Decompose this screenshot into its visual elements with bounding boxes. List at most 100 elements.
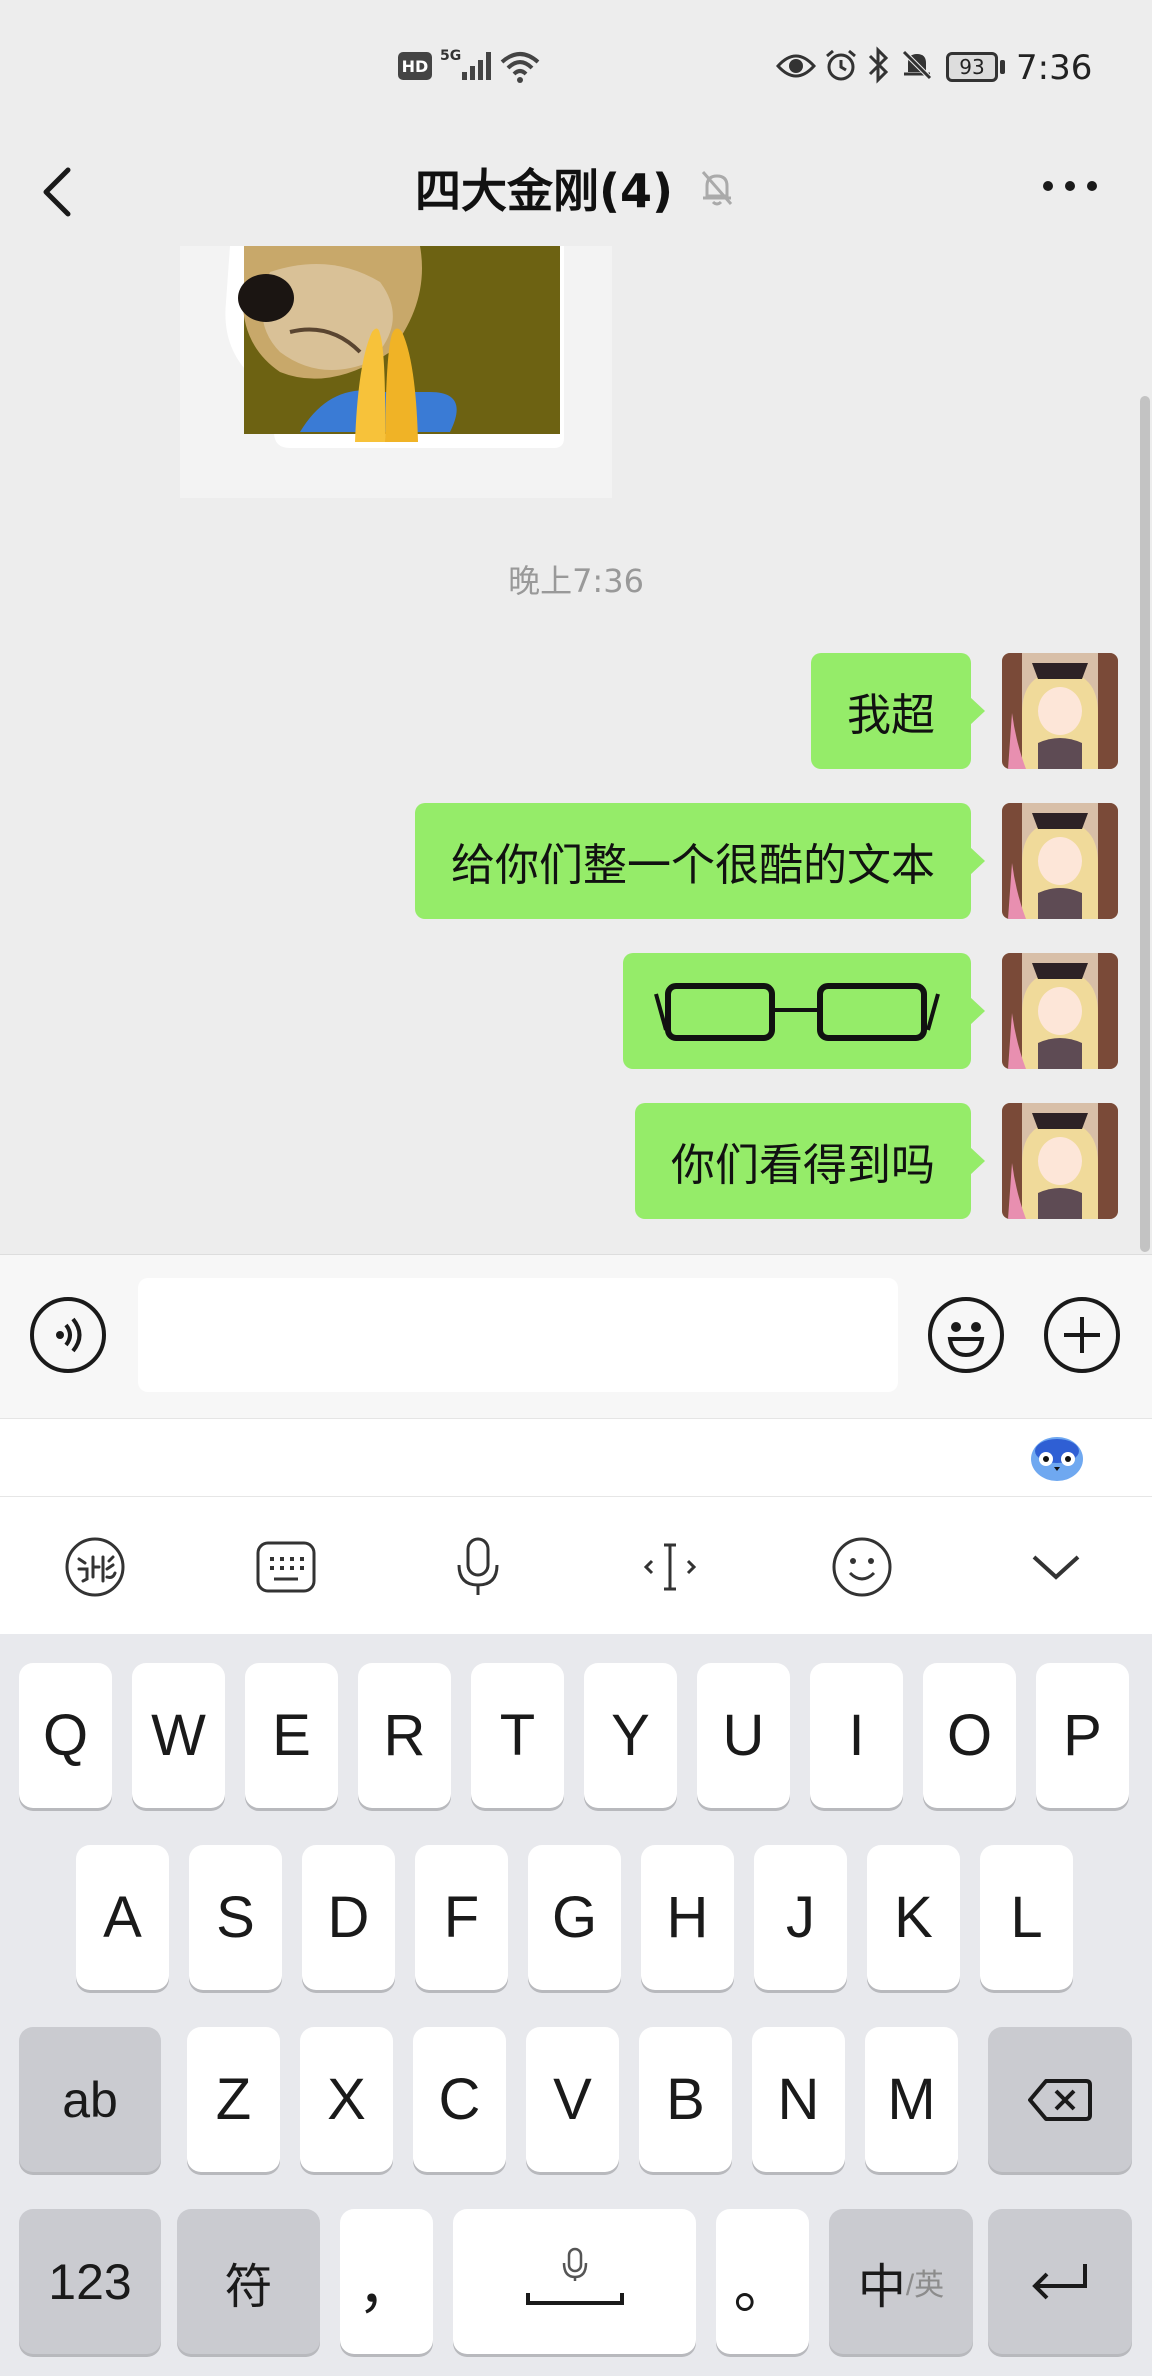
avatar[interactable] (1002, 953, 1118, 1069)
key-w[interactable]: W (132, 1663, 225, 1808)
key-i[interactable]: I (810, 1663, 903, 1808)
message-row: 你们看得到吗 (0, 1103, 1152, 1219)
voice-icon (56, 1317, 82, 1353)
space-mic-icon (525, 2247, 624, 2305)
key-b[interactable]: B (639, 2027, 732, 2172)
smiley-icon (947, 1322, 985, 1358)
key-e[interactable]: E (245, 1663, 338, 1808)
back-arrow-icon[interactable] (38, 166, 74, 218)
chat-input-bar (0, 1254, 1152, 1418)
message-row: 给你们整一个很酷的文本 (0, 803, 1152, 919)
key-123[interactable]: 123 (19, 2209, 161, 2354)
more-options-icon[interactable] (1042, 178, 1098, 194)
key-symbols[interactable]: 符 (177, 2209, 320, 2354)
collapse-keyboard-button[interactable] (1016, 1527, 1096, 1607)
key-m[interactable]: M (865, 2027, 958, 2172)
key-u[interactable]: U (697, 1663, 790, 1808)
key-a[interactable]: A (76, 1845, 169, 1990)
key-h[interactable]: H (641, 1845, 734, 1990)
microphone-icon (457, 1537, 499, 1595)
message-bubble[interactable]: 给你们整一个很酷的文本 (415, 803, 985, 919)
status-bar: HD 5G 93 7:36 (0, 0, 1152, 130)
voice-input-button[interactable] (438, 1527, 518, 1607)
key-k[interactable]: K (867, 1845, 960, 1990)
message-row: 我超 (0, 653, 1152, 769)
chat-message-list[interactable]: 晚上7:36 我超 给你们整一个很酷的文本 你们看得到吗 (0, 246, 1152, 1254)
key-x[interactable]: X (300, 2027, 393, 2172)
key-t[interactable]: T (471, 1663, 564, 1808)
ime-logo-icon (65, 1537, 125, 1597)
glasses-emoji (654, 983, 940, 1041)
voice-toggle-button[interactable] (30, 1297, 106, 1373)
chat-scrollbar[interactable] (1140, 396, 1150, 1252)
key-g[interactable]: G (528, 1845, 621, 1990)
enter-icon (1032, 2263, 1087, 2299)
key-c[interactable]: C (413, 2027, 506, 2172)
ime-toolbar (0, 1496, 1152, 1634)
alarm-icon (826, 49, 856, 81)
enter-key[interactable] (988, 2209, 1132, 2354)
message-bubble[interactable]: 我超 (811, 653, 985, 769)
key-d[interactable]: D (302, 1845, 395, 1990)
eye-icon (776, 54, 816, 78)
ime-logo-button[interactable] (55, 1527, 135, 1607)
message-text: 给你们整一个很酷的文本 (451, 840, 935, 891)
emoji-icon (832, 1537, 892, 1597)
key-p[interactable]: P (1036, 1663, 1129, 1808)
bluetooth-icon (868, 46, 889, 84)
hd-badge: HD (398, 52, 432, 80)
chat-title: 四大金刚(4) (414, 164, 674, 218)
doge-sticker-message[interactable] (180, 246, 612, 498)
message-bubble[interactable]: 你们看得到吗 (635, 1103, 985, 1219)
key-q[interactable]: Q (19, 1663, 112, 1808)
message-input[interactable] (138, 1278, 898, 1392)
ime-candidate-bar (0, 1418, 1152, 1496)
more-functions-button[interactable] (1044, 1297, 1120, 1373)
avatar[interactable] (1002, 803, 1118, 919)
mute-bell-icon (902, 50, 932, 80)
message-bubble-glasses[interactable] (623, 953, 985, 1069)
message-text: 我超 (847, 690, 935, 741)
emoji-button[interactable] (928, 1297, 1004, 1373)
ime-emoji-button[interactable] (822, 1527, 902, 1607)
wifi-icon (500, 52, 540, 83)
key-v[interactable]: V (526, 2027, 619, 2172)
cursor-move-button[interactable] (630, 1527, 710, 1607)
backspace-key[interactable] (988, 2027, 1132, 2172)
network-type: 5G (440, 48, 462, 64)
doge-sticker-image (180, 246, 612, 498)
avatar[interactable] (1002, 653, 1118, 769)
message-text: 你们看得到吗 (671, 1140, 935, 1191)
keyboard-layout-icon (256, 1541, 316, 1593)
key-y[interactable]: Y (584, 1663, 677, 1808)
status-time: 7:36 (1016, 48, 1093, 88)
message-row (0, 953, 1152, 1069)
key-n[interactable]: N (752, 2027, 845, 2172)
key-ab[interactable]: ab (19, 2027, 161, 2172)
battery-cap (1000, 60, 1005, 74)
backspace-icon (1028, 2078, 1092, 2121)
muted-bell-icon (701, 171, 733, 206)
space-key[interactable] (453, 2209, 696, 2354)
lang-main-label: 中 (857, 2260, 906, 2314)
keyboard-layout-button[interactable] (246, 1527, 326, 1607)
chat-title-wrap: 四大金刚(4) (0, 130, 1152, 246)
key-s[interactable]: S (189, 1845, 282, 1990)
collapse-keyboard-icon (1032, 1555, 1080, 1580)
message-timestamp: 晚上7:36 (508, 562, 644, 600)
key-comma[interactable]: ， (340, 2209, 433, 2354)
language-toggle-key[interactable]: 中/英 (829, 2209, 973, 2354)
key-z[interactable]: Z (187, 2027, 280, 2172)
cursor-move-icon (643, 1543, 697, 1591)
avatar[interactable] (1002, 1103, 1118, 1219)
signal-icon (462, 52, 492, 80)
chat-header: 四大金刚(4) (0, 130, 1152, 246)
key-period[interactable]: 。 (716, 2209, 809, 2354)
key-r[interactable]: R (358, 1663, 451, 1808)
ime-assistant-icon[interactable] (1028, 1431, 1086, 1485)
key-o[interactable]: O (923, 1663, 1016, 1808)
key-f[interactable]: F (415, 1845, 508, 1990)
plus-icon (1064, 1317, 1100, 1353)
key-j[interactable]: J (754, 1845, 847, 1990)
key-l[interactable]: L (980, 1845, 1073, 1990)
